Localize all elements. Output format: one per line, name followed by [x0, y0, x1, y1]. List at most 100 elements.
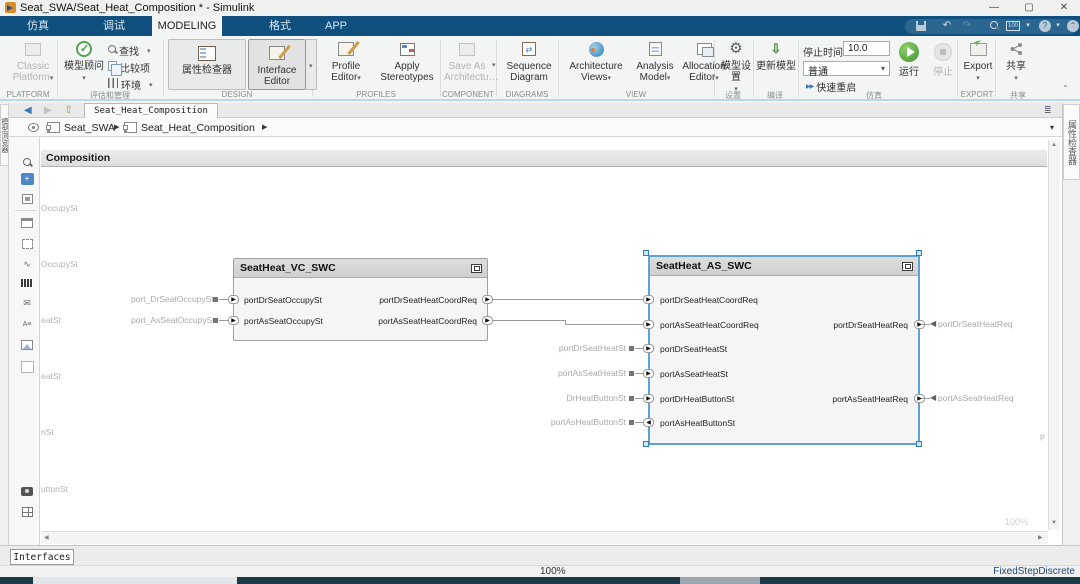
sim-mode-select[interactable]: 普通 [803, 61, 890, 76]
input-port[interactable]: ▶ portDrHeatButtonSt [650, 393, 734, 405]
model-browser-collapsed-tab[interactable]: 模型浏览器 [0, 104, 9, 166]
connector-wire[interactable] [489, 320, 566, 321]
output-port[interactable]: portDrSeatHeatCoordReq ▶ [379, 294, 487, 306]
image-icon[interactable] [19, 338, 35, 352]
scope-icon[interactable]: ∿ [19, 257, 35, 271]
minimize-button[interactable]: — [983, 0, 1005, 15]
signal-raster-icon[interactable] [19, 276, 35, 290]
output-port-left[interactable]: ◀ portAsHeatButtonSt [650, 417, 735, 429]
connector-wire[interactable] [565, 324, 648, 325]
screenshot-icon[interactable] [19, 484, 35, 498]
close-button[interactable]: ✕ [1053, 0, 1075, 15]
fast-restart-toggle[interactable]: ▶▶ 快速重启 [806, 79, 856, 93]
sequence-diagram-button[interactable]: ⇄ Sequence Diagram [500, 39, 558, 90]
run-button[interactable]: 运行 [893, 39, 925, 90]
zoom-dropdown-icon[interactable]: ▾ [1023, 19, 1033, 34]
scroll-down-icon[interactable]: ▼ [1050, 520, 1058, 526]
subsystem-icon[interactable] [19, 216, 35, 230]
component-block-as[interactable]: SeatHeat_AS_SWC ▶ portDrSeatHeatCoordReq… [648, 255, 920, 445]
input-port[interactable]: ▶ portDrSeatOccupySt [234, 294, 322, 306]
ext-port-label[interactable]: port_AsSeatOccupySt [131, 314, 211, 326]
collapse-ribbon-icon[interactable]: ⌃ [1062, 84, 1069, 93]
viewport-icon[interactable] [19, 192, 35, 206]
horizontal-scrollbar[interactable] [41, 531, 1048, 544]
property-inspector-collapsed-tab[interactable]: 属性检查器 [1063, 104, 1080, 180]
analysis-model-button[interactable]: Analysis Model [632, 39, 678, 90]
ext-port-label[interactable]: portAsHeatButtonSt [521, 416, 626, 428]
ext-port-icon[interactable] [629, 346, 634, 351]
input-port[interactable]: ▶ portAsSeatOccupySt [234, 315, 323, 327]
annotation-icon[interactable]: A≡ [19, 317, 35, 331]
output-port[interactable]: portDrSeatHeatReq ▶ [833, 319, 918, 331]
profile-editor-button[interactable]: Profile Editor [320, 39, 372, 90]
scroll-up-icon[interactable]: ▲ [1050, 142, 1058, 148]
block-header[interactable]: SeatHeat_VC_SWC [234, 259, 487, 278]
ext-port-icon[interactable] [213, 318, 218, 323]
update-model-button[interactable]: ⇩ 更新模型 [756, 39, 796, 90]
model-advisor-button[interactable]: 模型顾问 [60, 39, 108, 90]
input-port[interactable]: ▶ portAsSeatHeatSt [650, 368, 728, 380]
tab-list-icon[interactable]: ≣ [1044, 103, 1052, 118]
ext-port-icon[interactable] [629, 371, 634, 376]
share-button[interactable]: 共享 [1000, 39, 1032, 90]
undo-icon[interactable]: ↶ [938, 19, 956, 34]
ext-port-label[interactable]: port_DrSeatOccupySt [131, 293, 211, 305]
connector-wire[interactable] [489, 299, 648, 300]
interface-editor-button[interactable]: Interface Editor [248, 39, 306, 90]
vertical-scrollbar[interactable] [1048, 140, 1060, 530]
scroll-right-icon[interactable]: ▶ [1038, 534, 1043, 541]
ext-port-icon[interactable] [629, 396, 634, 401]
tab-modeling[interactable]: MODELING [152, 16, 222, 36]
ext-port-label[interactable]: portAsSeatHeatReq [938, 392, 1033, 404]
input-port[interactable]: ▶ portDrSeatHeatCoordReq [650, 294, 758, 306]
selection-handle[interactable] [643, 250, 649, 256]
breadcrumb-item-current[interactable]: Seat_Heat_Composition [141, 121, 255, 136]
selection-handle[interactable] [916, 250, 922, 256]
envelope-icon[interactable]: ✉ [19, 296, 35, 310]
tab-debug[interactable]: 调试 [88, 16, 140, 36]
output-port[interactable]: portAsSeatHeatReq ▶ [832, 393, 918, 405]
apply-stereotypes-button[interactable]: Apply Stereotypes [376, 39, 438, 90]
compare-button[interactable]: 比较项 [108, 60, 150, 74]
solver-name[interactable]: FixedStepDiscrete [955, 566, 1075, 577]
connector-wire[interactable] [921, 324, 930, 325]
schedule-editor-icon[interactable] [19, 505, 35, 519]
visibility-icon[interactable] [28, 123, 39, 132]
architecture-views-button[interactable]: Architecture Views [564, 39, 628, 90]
environment-button[interactable]: 环境 [108, 77, 153, 91]
maximize-button[interactable]: ▢ [1018, 0, 1040, 15]
ext-port-icon[interactable] [213, 297, 218, 302]
connector-wire[interactable] [921, 398, 930, 399]
property-inspector-button[interactable]: 属性检查器 [168, 39, 246, 90]
breadcrumb-item-root[interactable]: Seat_SWA [64, 121, 115, 136]
search-icon[interactable] [985, 19, 1003, 34]
interfaces-panel-tab[interactable]: Interfaces [10, 549, 74, 565]
breadcrumb-dropdown-icon[interactable]: ▾ [1050, 123, 1054, 132]
save-icon[interactable] [912, 19, 930, 34]
export-button[interactable]: Export [960, 39, 996, 90]
ext-port-label[interactable]: DrHeatButtonSt [526, 392, 626, 404]
fit-to-view-icon[interactable]: + [19, 172, 35, 186]
model-settings-button[interactable]: ⚙ 模型设置 [718, 39, 754, 90]
block-header[interactable]: SeatHeat_AS_SWC [650, 257, 918, 276]
interface-editor-dropdown[interactable] [306, 39, 317, 90]
scroll-left-icon[interactable]: ◀ [44, 534, 49, 541]
stop-time-input[interactable]: 10.0 [843, 41, 890, 56]
help-icon[interactable]: ? [1036, 19, 1054, 34]
selection-handle[interactable] [643, 441, 649, 447]
tab-simulation[interactable]: 仿真 [12, 16, 64, 36]
zoom-100-icon[interactable]: 100 [1006, 21, 1020, 31]
zoom-fit-icon[interactable] [19, 155, 35, 169]
input-port[interactable]: ▶ portAsSeatHeatCoordReq [650, 319, 759, 331]
area-icon[interactable] [19, 237, 35, 251]
back-icon[interactable]: ◀ [24, 103, 32, 118]
ext-port-label[interactable]: portDrSeatHeatSt [526, 342, 626, 354]
document-tab[interactable]: Seat_Heat_Composition [84, 103, 218, 118]
help-dropdown-icon[interactable]: ▾ [1053, 19, 1063, 34]
box-icon[interactable] [19, 360, 35, 374]
tab-app[interactable]: APP [312, 16, 360, 36]
component-block-vc[interactable]: SeatHeat_VC_SWC ▶ portDrSeatOccupySt ▶ p… [233, 258, 488, 341]
toolstrip-options-icon[interactable]: ⌃ [1064, 19, 1080, 34]
find-button[interactable]: 查找 [108, 43, 151, 57]
input-port[interactable]: ▶ portDrSeatHeatSt [650, 343, 727, 355]
